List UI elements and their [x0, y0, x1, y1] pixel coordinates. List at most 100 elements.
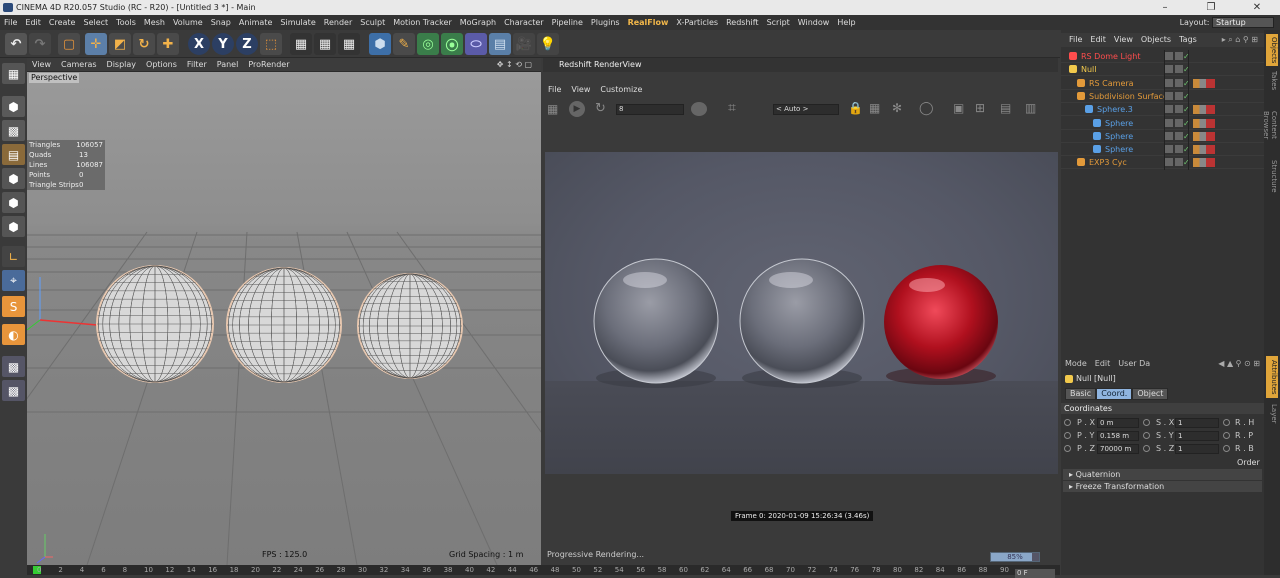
side-tab-attributes[interactable]: Attributes	[1266, 356, 1278, 398]
keyframe-dot-icon[interactable]	[1064, 432, 1071, 439]
timeline-ruler[interactable]: 0 2 4 6 8 10 12 14 16 18 20 22 24 26 28 30 32 34 36 38 40 42 4…	[27, 565, 1060, 575]
visibility-flags[interactable]	[1165, 158, 1183, 167]
renderview-menu-customize[interactable]: Customize	[595, 85, 647, 94]
side-tab-structure[interactable]: Structure	[1266, 158, 1278, 194]
layout-dropdown[interactable]: Startup	[1212, 17, 1274, 28]
object-name[interactable]: RS Camera	[1089, 77, 1134, 90]
object-menu-view[interactable]: View	[1110, 35, 1137, 44]
menu-plugins[interactable]: Plugins	[587, 15, 624, 30]
visibility-flags[interactable]	[1165, 118, 1183, 127]
position-field[interactable]: 0.158 m	[1097, 431, 1139, 441]
points-mode-icon[interactable]: ⬢	[2, 168, 25, 189]
menu-volume[interactable]: Volume	[169, 15, 207, 30]
snowflake-icon[interactable]: ✻	[892, 101, 902, 115]
polygons-mode-icon[interactable]: ⬢	[2, 216, 25, 237]
object-row[interactable]: Sphere ✓	[1061, 130, 1264, 143]
object-row[interactable]: Sphere.3 ✓	[1061, 103, 1264, 117]
lock-icon[interactable]: 🔒	[848, 101, 863, 115]
scale-tool-icon[interactable]: ◩	[109, 33, 131, 55]
visibility-flags[interactable]	[1165, 91, 1183, 100]
menu-select[interactable]: Select	[79, 15, 112, 30]
deformer-icon[interactable]: ⬭	[465, 33, 487, 55]
viewport-menu-cameras[interactable]: Cameras	[56, 60, 102, 69]
tag-icons[interactable]	[1193, 145, 1215, 155]
menu-help[interactable]: Help	[833, 15, 859, 30]
viewport-menu-options[interactable]: Options	[141, 60, 182, 69]
object-name[interactable]: Null	[1081, 63, 1097, 76]
menu-tools[interactable]: Tools	[112, 15, 140, 30]
render-to-picture-viewer-icon[interactable]: ▦	[314, 33, 336, 55]
tag-icons[interactable]	[1193, 158, 1215, 168]
undo-icon[interactable]: ↶	[5, 33, 27, 55]
keyframe-dot-icon[interactable]	[1223, 445, 1230, 452]
quaternion-section[interactable]: ▸ Quaternion	[1063, 469, 1262, 480]
object-row[interactable]: Subdivision Surface ✓	[1061, 90, 1264, 103]
menu-mesh[interactable]: Mesh	[140, 15, 169, 30]
tag-icons[interactable]	[1193, 118, 1215, 128]
attribute-nav-icons[interactable]: ◀ ▲ ⚲ ⊙ ⊞	[1218, 357, 1260, 370]
render-view-icon[interactable]: ▦	[290, 33, 312, 55]
side-tab-takes[interactable]: Takes	[1266, 70, 1278, 92]
wireframe-sphere-1[interactable]	[96, 265, 214, 383]
image-icon[interactable]: ▣	[953, 101, 964, 115]
tweak-mode-icon[interactable]: ⌖	[2, 270, 25, 291]
edges-mode-icon[interactable]: ⬢	[2, 192, 25, 213]
menu-render[interactable]: Render	[320, 15, 356, 30]
visibility-flags[interactable]	[1165, 131, 1183, 140]
menu-mograph[interactable]: MoGraph	[456, 15, 500, 30]
z-axis-lock-icon[interactable]: Z	[236, 33, 258, 55]
object-row[interactable]: Sphere ✓	[1061, 143, 1264, 157]
viewport-canvas[interactable]: Perspective Triangles 106057 Quads 13 Lines 1…	[27, 72, 541, 565]
export-image-icon[interactable]: ▥	[1025, 101, 1036, 115]
end-frame-field[interactable]: 0 F	[1015, 569, 1055, 578]
object-name[interactable]: Subdivision Surface	[1089, 90, 1168, 103]
menu-animate[interactable]: Animate	[235, 15, 277, 30]
scale-field[interactable]: 1	[1175, 444, 1219, 454]
menu-window[interactable]: Window	[794, 15, 834, 30]
attribute-menu-mode[interactable]: Mode	[1061, 359, 1091, 368]
object-row[interactable]: EXP3 Cyc ✓	[1061, 156, 1264, 170]
close-button[interactable]: ✕	[1234, 0, 1280, 15]
visibility-flags[interactable]	[1165, 65, 1183, 74]
generator-nurbs-icon[interactable]: ◎	[417, 33, 439, 55]
object-manager-nav-icons[interactable]: ▸ ⌕ ⌂ ⚲ ⊞	[1218, 33, 1262, 47]
object-name[interactable]: Sphere	[1105, 143, 1133, 156]
pen-spline-icon[interactable]: ✎	[393, 33, 415, 55]
play-render-icon[interactable]: ▶	[569, 101, 585, 117]
keyframe-dot-icon[interactable]	[1223, 419, 1230, 426]
menu-file[interactable]: File	[0, 15, 21, 30]
object-menu-tags[interactable]: Tags	[1175, 35, 1201, 44]
object-row[interactable]: RS Camera ✓	[1061, 77, 1264, 90]
wireframe-sphere-3[interactable]	[357, 273, 463, 379]
cube-object-icon[interactable]: ⬢	[369, 33, 391, 55]
keyframe-dot-icon[interactable]	[1143, 419, 1150, 426]
keyframe-dot-icon[interactable]	[1223, 432, 1230, 439]
texture-mode-icon[interactable]: ▩	[2, 120, 25, 141]
viewport-menu-panel[interactable]: Panel	[212, 60, 244, 69]
renderview-menu-view[interactable]: View	[566, 85, 595, 94]
scale-field[interactable]: 1	[1175, 431, 1219, 441]
x-axis-lock-icon[interactable]: X	[188, 33, 210, 55]
lock-workplane-icon[interactable]: ▩	[2, 356, 25, 377]
visibility-flags[interactable]	[1165, 78, 1183, 87]
scale-field[interactable]: 1	[1175, 418, 1219, 428]
menu-sculpt[interactable]: Sculpt	[356, 15, 389, 30]
visibility-flags[interactable]	[1165, 52, 1183, 60]
attribute-tab-basic[interactable]: Basic	[1065, 388, 1097, 400]
enable-axis-icon[interactable]: ◐	[2, 324, 25, 345]
model-mode-icon[interactable]: ⬢	[2, 96, 25, 117]
wireframe-sphere-2[interactable]	[226, 267, 342, 383]
light-object-icon[interactable]: 💡	[537, 33, 559, 55]
object-name[interactable]: EXP3 Cyc	[1089, 156, 1127, 169]
position-field[interactable]: 70000 m	[1097, 444, 1139, 454]
array-object-icon[interactable]: ⦿	[441, 33, 463, 55]
menu-simulate[interactable]: Simulate	[276, 15, 319, 30]
y-axis-lock-icon[interactable]: Y	[212, 33, 234, 55]
workplane-mode-icon[interactable]: ▤	[2, 144, 25, 165]
menu-x-particles[interactable]: X-Particles	[672, 15, 722, 30]
rotate-tool-icon[interactable]: ↻	[133, 33, 155, 55]
menu-create[interactable]: Create	[45, 15, 80, 30]
renderview-menu-file[interactable]: File	[543, 85, 566, 94]
frame-field[interactable]: 8	[616, 104, 684, 115]
menu-snap[interactable]: Snap	[207, 15, 235, 30]
